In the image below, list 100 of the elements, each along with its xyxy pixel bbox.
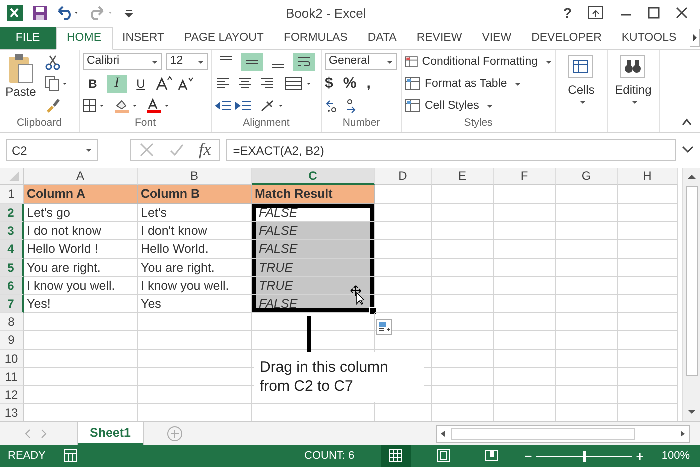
save-icon[interactable]	[32, 5, 48, 22]
column-header[interactable]: E	[432, 168, 494, 186]
table-cell	[556, 222, 618, 240]
shrink-font-icon[interactable]	[177, 76, 195, 92]
zoom-out-button[interactable]: −	[524, 448, 532, 464]
formula-field[interactable]: =EXACT(A2, B2)	[226, 139, 676, 162]
table-cell: Column A	[24, 185, 138, 204]
table-cell	[494, 350, 556, 368]
ribbon-tab[interactable]: DATA	[358, 26, 407, 49]
paste-button[interactable]: Paste	[3, 52, 39, 99]
ribbon-tab[interactable]: KUTOOLS	[612, 26, 687, 49]
grid-icon	[568, 54, 594, 79]
insert-function-button[interactable]: fx	[199, 140, 212, 160]
binoculars-icon	[620, 54, 646, 79]
styles-button[interactable]: Conditional Formatting	[405, 52, 552, 72]
table-cell	[375, 204, 432, 222]
close-icon[interactable]	[676, 7, 688, 20]
table-icon	[405, 55, 418, 70]
styles-button[interactable]: Cell Styles	[405, 96, 552, 116]
macro-record-icon[interactable]	[64, 449, 78, 464]
table-cell	[556, 276, 618, 295]
column-header[interactable]: C	[252, 168, 375, 186]
table-cell	[618, 331, 678, 350]
table-cell	[432, 258, 494, 277]
scissors-icon[interactable]	[45, 54, 61, 71]
font-style-button[interactable]: U	[131, 74, 151, 93]
row-header[interactable]: 9	[0, 331, 24, 350]
table-cell: I know you well.	[24, 276, 138, 295]
styles-button[interactable]: Format as Table	[405, 74, 552, 94]
row-header[interactable]: 7	[0, 294, 24, 314]
excel-logo-icon	[6, 4, 24, 22]
zoom-in-button[interactable]: +	[636, 448, 644, 464]
expand-icon[interactable]	[682, 146, 694, 154]
ribbon-tab[interactable]: INSERT	[112, 26, 174, 49]
row-header[interactable]: 3	[0, 222, 24, 240]
row-header[interactable]: 6	[0, 276, 24, 295]
column-header[interactable]: D	[375, 168, 432, 186]
table-cell: Hello World !	[24, 240, 138, 259]
table-cell	[494, 368, 556, 386]
copy-icon[interactable]	[45, 76, 69, 92]
vertical-align-button[interactable]	[241, 52, 263, 71]
ribbon-tab[interactable]: REVIEW	[406, 26, 472, 49]
fill-handle[interactable]	[369, 307, 377, 316]
grow-font-icon[interactable]	[155, 76, 173, 92]
font-name-dropdown[interactable]: Calibri	[83, 53, 162, 70]
quick-analysis-icon[interactable]	[376, 319, 392, 336]
horizontal-scrollbar[interactable]	[436, 424, 690, 443]
ribbon-tab[interactable]: FILE	[0, 26, 56, 49]
comma-button[interactable]: ,	[366, 75, 371, 92]
sheet-tab[interactable]: Sheet1	[78, 422, 143, 446]
zoom-level[interactable]: 100%	[662, 450, 700, 462]
ribbon-display-icon[interactable]	[588, 6, 604, 20]
cells-button[interactable]: Cells	[568, 52, 595, 132]
column-header[interactable]: H	[618, 168, 678, 186]
wrap-text-icon	[296, 54, 312, 69]
column-header[interactable]: A	[24, 168, 138, 186]
ribbon-tab[interactable]: VIEW	[472, 26, 522, 49]
row-header[interactable]: 13	[0, 404, 24, 422]
help-button[interactable]: ?	[563, 5, 572, 22]
row-header[interactable]: 10	[0, 350, 24, 368]
normal-view-button[interactable]	[380, 445, 411, 467]
column-header[interactable]: B	[138, 168, 252, 186]
table-cell	[432, 222, 494, 240]
number-format-dropdown[interactable]: General	[325, 53, 397, 70]
currency-button[interactable]: $	[325, 75, 334, 92]
ribbon-tab[interactable]: DEVELOPER	[522, 26, 612, 49]
row-header[interactable]: 12	[0, 386, 24, 404]
brush-icon[interactable]	[45, 96, 61, 113]
row-header[interactable]: 2	[0, 204, 24, 222]
group-label: Alignment	[242, 117, 291, 132]
row-header[interactable]: 8	[0, 313, 24, 332]
table-icon	[405, 77, 421, 92]
editing-button[interactable]: Editing	[615, 52, 652, 132]
font-style-button[interactable]: I	[107, 74, 127, 93]
font-size-dropdown[interactable]: 12	[166, 53, 208, 70]
scroll-right-icon[interactable]	[690, 28, 700, 47]
scrollbar-thumb[interactable]	[451, 428, 635, 440]
percent-button[interactable]: %	[343, 75, 357, 92]
table-cell	[432, 368, 494, 386]
font-style-button[interactable]: B	[83, 74, 103, 93]
table-cell	[556, 331, 618, 350]
row-header[interactable]: 1	[0, 185, 24, 204]
group-label: Number	[342, 117, 382, 132]
row-header[interactable]: 4	[0, 240, 24, 259]
table-cell	[494, 276, 556, 295]
ribbon-tab[interactable]: FORMULAS	[274, 26, 358, 49]
table-cell: FALSE	[252, 240, 375, 259]
name-box[interactable]: C2	[6, 139, 98, 162]
ribbon-tab[interactable]: HOME	[56, 26, 112, 50]
column-header[interactable]: G	[556, 168, 618, 186]
row-header[interactable]: 5	[0, 258, 24, 277]
wrap-text-button[interactable]	[293, 52, 315, 71]
row-header[interactable]: 11	[0, 368, 24, 386]
ribbon-tab[interactable]: PAGE LAYOUT	[174, 26, 274, 49]
table-cell: You are right.	[24, 258, 138, 277]
column-header[interactable]: F	[494, 168, 556, 186]
collapse-ribbon-icon[interactable]	[682, 118, 692, 126]
table-cell	[618, 368, 678, 386]
vertical-scrollbar[interactable]	[682, 168, 700, 422]
maximize-icon[interactable]	[648, 7, 660, 20]
